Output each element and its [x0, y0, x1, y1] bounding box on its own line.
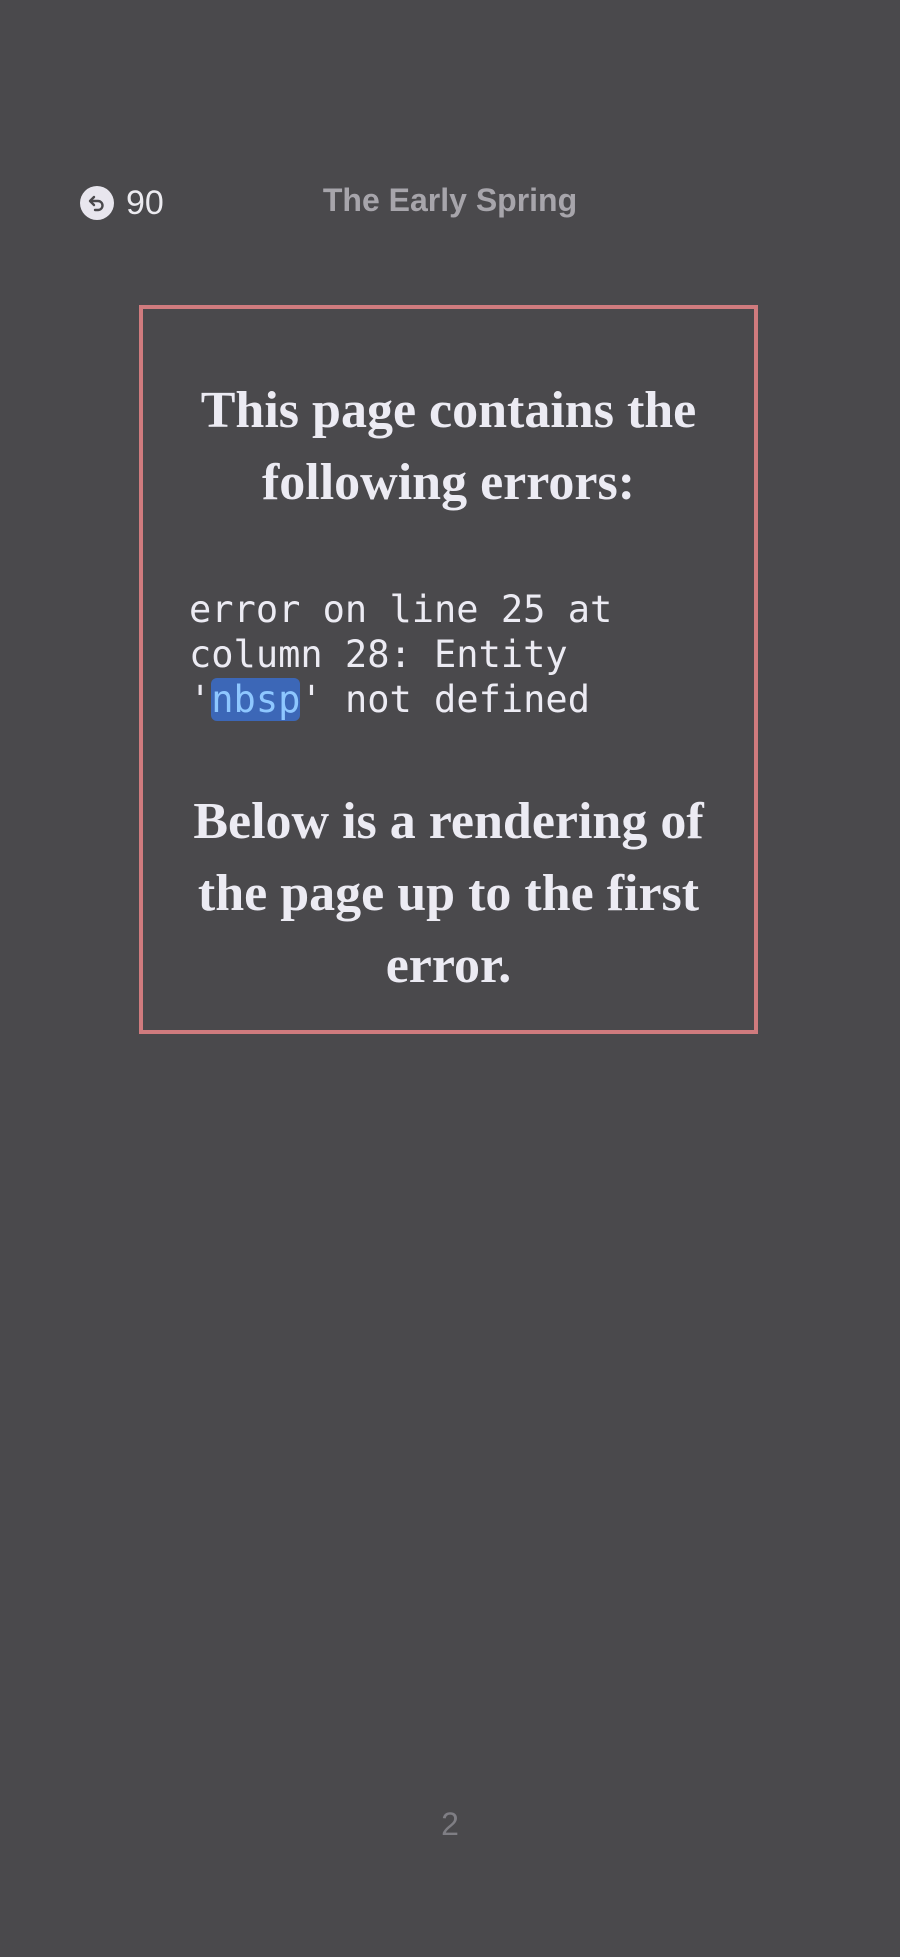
error-footer: Below is a rendering of the page up to t…	[193, 793, 704, 994]
selected-text-highlight[interactable]: nbsp	[211, 678, 301, 721]
top-bar: 90 The Early Spring	[0, 172, 900, 232]
error-heading: This page contains the following errors:	[200, 382, 697, 511]
error-message[interactable]: error on line 25 at column 28: Entity 'n…	[189, 587, 708, 722]
error-box: This page contains the following errors:…	[139, 305, 758, 1034]
page-number: 2	[441, 1806, 459, 1842]
book-title: The Early Spring	[322, 182, 578, 218]
error-message-suffix: ' not defined	[300, 678, 590, 721]
